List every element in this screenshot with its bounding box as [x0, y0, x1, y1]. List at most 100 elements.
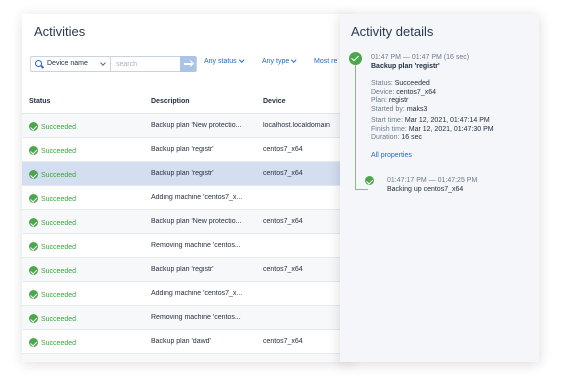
activities-panel: Activities Device name Any status Any ty… — [22, 14, 352, 362]
success-icon — [29, 338, 38, 347]
search-submit-button[interactable] — [180, 56, 196, 72]
prop-device: Device: centos7_x64 — [371, 89, 436, 98]
device-cell: centos7_x64 — [263, 266, 303, 273]
status-filter-label: Any status — [204, 58, 237, 65]
status-text: Succeeded — [41, 124, 77, 131]
prop-started-by-value: maks3 — [406, 105, 428, 113]
device-name-dropdown-label: Device name — [47, 60, 88, 67]
timeline-connector — [355, 189, 368, 190]
table-row[interactable]: SucceededApplying the protection pla...c… — [22, 354, 352, 362]
type-filter-label: Any type — [262, 58, 290, 65]
status-filter-dropdown[interactable]: Any status — [204, 56, 244, 65]
description-cell: Adding machine 'centos7_x... — [151, 290, 243, 297]
chevron-down-icon — [238, 56, 244, 62]
success-icon — [29, 194, 38, 203]
status-text: Succeeded — [41, 268, 77, 275]
prop-duration: Duration: 16 sec — [371, 134, 494, 143]
status-text: Succeeded — [41, 148, 77, 155]
table-row[interactable]: Succeeded Backup plan 'registr' centos7_x6… — [22, 162, 352, 186]
activity-details-panel: Activity details 01:47 PM — 01:47 PM (16… — [340, 14, 539, 362]
prop-start: Start time: Mar 12, 2021, 01:47:14 PM — [371, 117, 494, 126]
table-row[interactable]: Succeeded Backup plan 'New protectio... ce… — [22, 210, 352, 234]
prop-status-label: Status: — [371, 80, 393, 87]
status-cell: Succeeded — [29, 242, 76, 251]
search-input[interactable] — [112, 57, 182, 71]
success-icon — [29, 242, 38, 251]
event-2-time: 01:47:17 PM — 01:47:25 PM — [387, 177, 478, 184]
status-text: Succeeded — [41, 316, 77, 323]
details-title: Activity details — [351, 24, 434, 39]
table-row[interactable]: Succeeded Backup plan 'New protectio... lo… — [22, 114, 352, 138]
prop-start-label: Start time: — [371, 117, 403, 124]
description-cell: Backup plan 'registr' — [151, 146, 214, 153]
activities-toolbar: Device name Any status Any type Most re — [30, 56, 352, 72]
prop-plan-label: Plan: — [371, 97, 387, 104]
status-cell: Succeeded — [29, 170, 76, 179]
success-icon — [29, 290, 38, 299]
success-icon — [29, 314, 38, 323]
event-1-header: 01:47 PM — 01:47 PM (16 sec) Backup plan… — [371, 54, 469, 71]
status-text: Succeeded — [41, 220, 77, 227]
event-1-times: Start time: Mar 12, 2021, 01:47:14 PM Fi… — [371, 117, 494, 143]
sort-label: Most re — [314, 58, 338, 65]
success-icon — [365, 176, 374, 185]
status-cell: Succeeded — [29, 338, 76, 347]
prop-plan-value: registr — [388, 97, 409, 104]
table-row[interactable]: Succeeded Removing machine 'centos... — [22, 306, 352, 330]
success-icon — [29, 266, 38, 275]
type-filter-dropdown[interactable]: Any type — [262, 56, 297, 65]
description-cell: Backup plan 'registr' — [151, 170, 214, 177]
table-body: Succeeded Backup plan 'New protectio... lo… — [22, 114, 352, 362]
prop-status: Status: Succeeded — [371, 80, 436, 89]
device-name-dropdown[interactable]: Device name — [31, 57, 111, 71]
search-combo: Device name — [30, 56, 197, 72]
prop-start-value: Mar 12, 2021, 01:47:14 PM — [404, 117, 490, 124]
description-cell: Removing machine 'centos... — [151, 314, 241, 321]
prop-plan: Plan: registr — [371, 97, 436, 106]
status-text: Succeeded — [41, 292, 77, 299]
table-row[interactable]: Succeeded Adding machine 'centos7_x... — [22, 186, 352, 210]
device-cell: centos7_x64 — [263, 170, 303, 177]
event-1-time: 01:47 PM — 01:47 PM (16 sec) — [371, 54, 470, 61]
prop-device-value: centos7_x64 — [396, 88, 436, 96]
chevron-down-icon — [100, 60, 106, 66]
table-header: Status Description Device — [22, 90, 352, 114]
status-cell: Succeeded — [29, 122, 76, 131]
success-icon — [29, 218, 38, 227]
timeline-line — [355, 62, 356, 190]
activities-title: Activities — [34, 24, 86, 39]
description-cell: Backup plan 'registr' — [151, 266, 214, 273]
prop-finish-label: Finish time: — [371, 125, 407, 133]
column-header-device[interactable]: Device — [263, 98, 286, 105]
prop-duration-value: 16 sec — [401, 134, 422, 141]
sort-dropdown[interactable]: Most re — [314, 58, 337, 65]
event-2[interactable]: 01:47:17 PM — 01:47:25 PM Backing up cen… — [387, 177, 477, 194]
prop-duration-label: Duration: — [371, 134, 400, 141]
table-row[interactable]: Succeeded Adding machine 'centos7_x... — [22, 282, 352, 306]
event-1-name: Backup plan 'registr' — [371, 62, 440, 70]
prop-device-label: Device: — [371, 88, 395, 96]
prop-status-value: Succeeded — [394, 80, 430, 87]
device-cell: centos7_x64 — [263, 338, 303, 345]
status-text: Succeeded — [41, 196, 77, 203]
status-cell: Succeeded — [29, 314, 76, 323]
table-row[interactable]: Succeeded Removing machine 'centos... — [22, 234, 352, 258]
column-header-status[interactable]: Status — [29, 98, 50, 105]
table-row[interactable]: Succeeded Backup plan 'dawd' centos7_x64 — [22, 330, 352, 354]
activities-table: Status Description Device Succeeded Backu… — [22, 90, 352, 362]
all-properties-link[interactable]: All properties — [371, 152, 412, 161]
description-cell: Adding machine 'centos7_x... — [151, 194, 243, 201]
status-text: Succeeded — [41, 172, 77, 179]
status-cell: Succeeded — [29, 146, 76, 155]
status-text: Succeeded — [41, 340, 77, 347]
column-header-description[interactable]: Description — [151, 98, 190, 105]
event-2-name: Backing up centos7_x64 — [387, 185, 464, 193]
prop-started-by: Started by: maks3 — [371, 106, 436, 115]
table-row[interactable]: Succeeded Backup plan 'registr' centos7_x6… — [22, 138, 352, 162]
success-icon — [29, 146, 38, 155]
success-icon — [29, 170, 38, 179]
device-cell: centos7_x64 — [263, 218, 303, 225]
status-cell: Succeeded — [29, 218, 76, 227]
description-cell: Backup plan 'dawd' — [151, 338, 211, 345]
table-row[interactable]: Succeeded Backup plan 'registr' centos7_x6… — [22, 258, 352, 282]
